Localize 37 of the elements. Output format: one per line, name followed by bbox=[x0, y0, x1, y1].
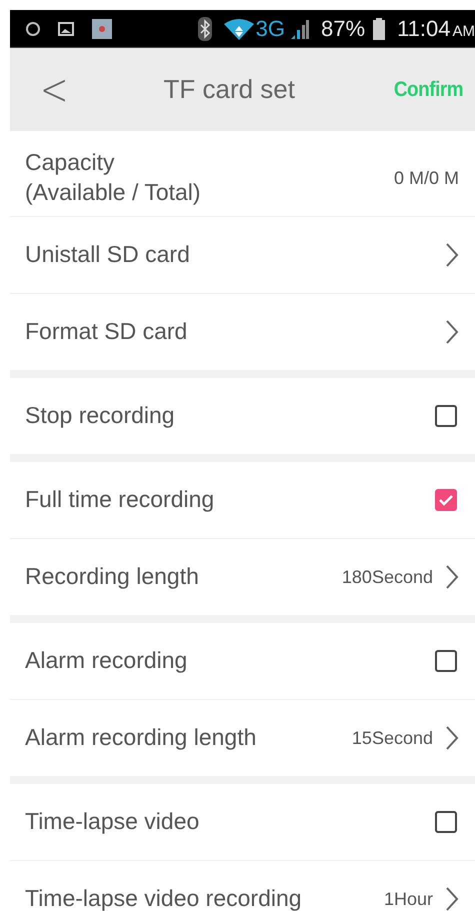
clock-time: 11:04 bbox=[397, 16, 450, 42]
setting-label[interactable]: Full time recording bbox=[25, 485, 214, 515]
setting-label[interactable]: Alarm recording bbox=[25, 646, 188, 676]
image-icon bbox=[58, 22, 74, 36]
checkmark-icon bbox=[438, 494, 454, 506]
setting-label[interactable]: Time-lapse video recording bbox=[25, 884, 302, 911]
checkbox[interactable] bbox=[435, 489, 457, 511]
chevron-icon bbox=[445, 564, 459, 590]
setting-value: 1Hour bbox=[384, 888, 433, 910]
checkbox[interactable] bbox=[435, 650, 457, 672]
setting-label[interactable]: Recording length bbox=[25, 562, 199, 592]
clock-meridiem: AM bbox=[452, 22, 475, 40]
setting-label[interactable]: Stop recording bbox=[25, 401, 175, 431]
checkbox[interactable] bbox=[435, 405, 457, 427]
chevron-icon bbox=[445, 886, 459, 911]
setting-label[interactable]: Alarm recording length bbox=[25, 723, 256, 753]
bluetooth-icon bbox=[198, 16, 212, 40]
signal-icon bbox=[289, 18, 310, 38]
page-title: TF card set bbox=[164, 74, 295, 105]
setting-label[interactable]: Unistall SD card bbox=[25, 240, 190, 270]
chevron-icon bbox=[445, 242, 459, 268]
setting-value: 180Second bbox=[342, 566, 433, 588]
circle-icon bbox=[26, 22, 40, 36]
chevron-icon bbox=[445, 319, 459, 345]
battery-icon bbox=[373, 18, 386, 40]
app-icon bbox=[92, 18, 112, 38]
setting-label: Capacity (Available / Total) bbox=[25, 148, 201, 207]
setting-label[interactable]: Format SD card bbox=[25, 317, 188, 347]
capacity-value: 0 M/0 M bbox=[394, 168, 459, 188]
battery-percent: 87% bbox=[321, 16, 366, 42]
wifi-icon bbox=[224, 18, 254, 40]
chevron-icon bbox=[445, 725, 459, 751]
checkbox[interactable] bbox=[435, 811, 457, 833]
setting-label[interactable]: Time-lapse video bbox=[25, 807, 200, 837]
network-type: 3G bbox=[256, 16, 286, 42]
setting-value: 15Second bbox=[352, 728, 433, 748]
back-button[interactable]: < bbox=[40, 64, 68, 116]
